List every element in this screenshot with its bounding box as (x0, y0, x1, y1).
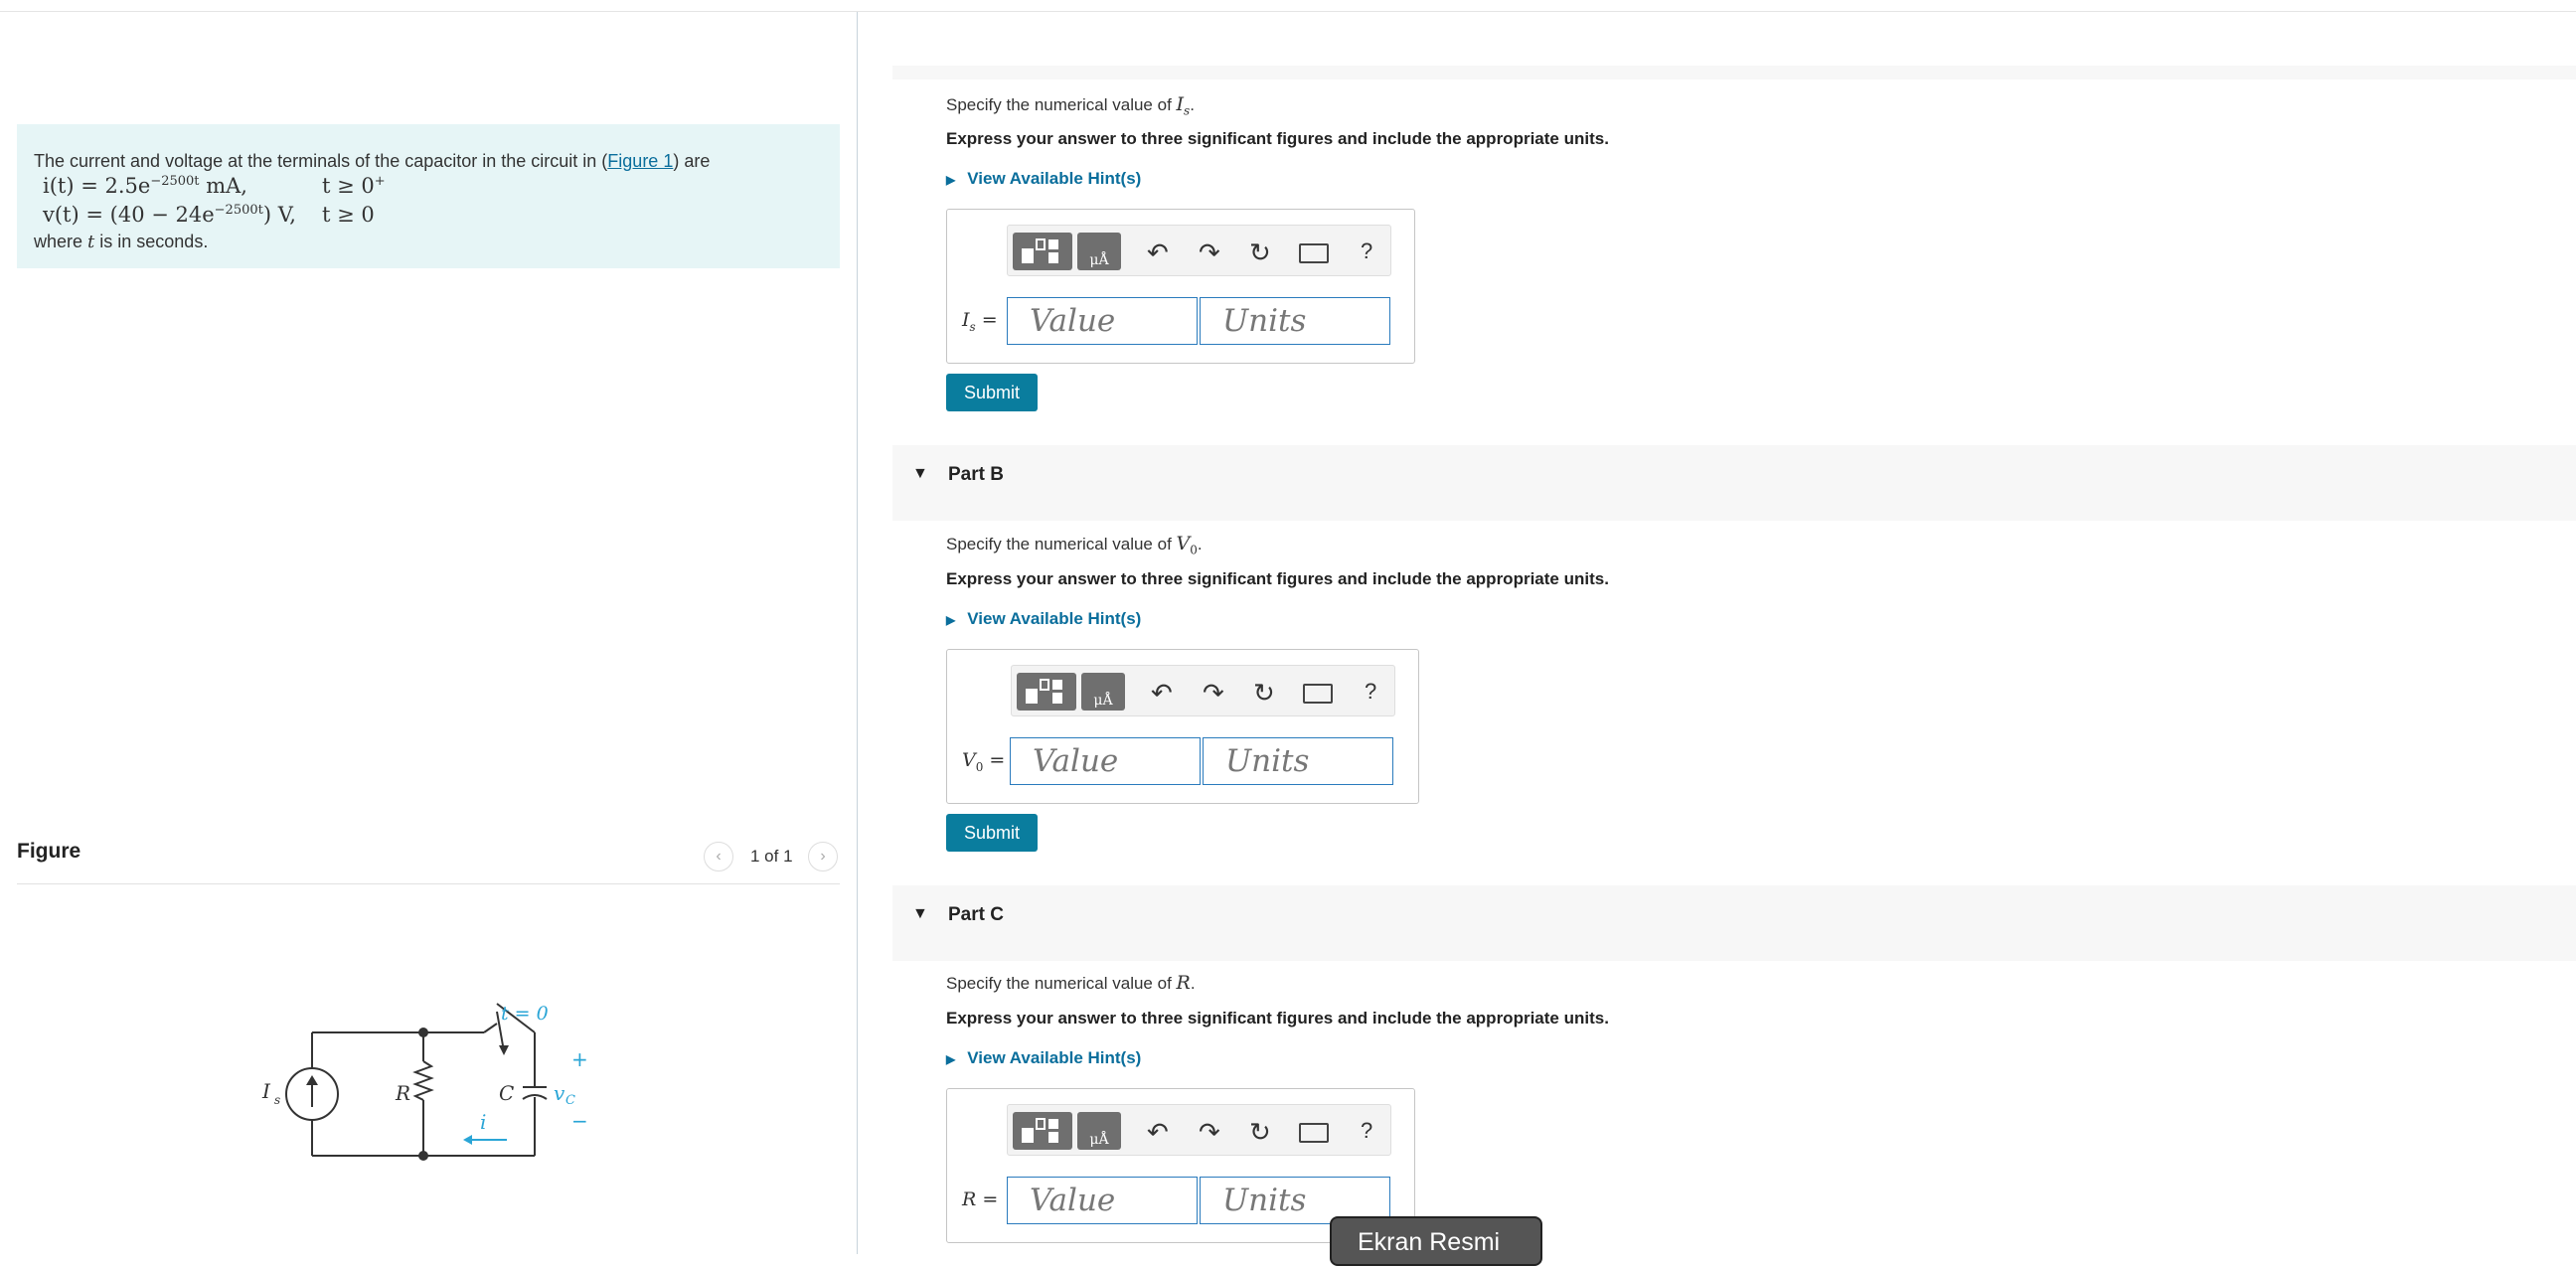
undo-icon[interactable]: ↶ (1147, 1117, 1169, 1148)
part-b-title: Part B (948, 464, 1004, 485)
part-b-header[interactable] (892, 445, 2576, 521)
undo-icon[interactable]: ↶ (1147, 237, 1169, 268)
templates-button[interactable] (1013, 1112, 1072, 1150)
part-c-spec: Specify the numerical value of R. (946, 972, 1196, 994)
part-b-hint-toggle[interactable]: ▶ View Available Hint(s) (946, 609, 1141, 629)
part-a-express: Express your answer to three significant… (946, 129, 1609, 148)
part-a-hint-toggle[interactable]: ▶ View Available Hint(s) (946, 169, 1141, 189)
caret-down-icon[interactable]: ▼ (912, 905, 928, 923)
answer-label: Is = (962, 309, 998, 334)
templates-button[interactable] (1017, 673, 1076, 711)
part-c-header[interactable] (892, 885, 2576, 961)
reset-icon[interactable]: ↻ (1253, 678, 1275, 709)
label-is: I (261, 1079, 271, 1103)
keyboard-icon[interactable] (1303, 684, 1333, 704)
templates-icon (1022, 1118, 1058, 1143)
figure-link[interactable]: Figure 1 (607, 151, 673, 171)
undo-icon[interactable]: ↶ (1151, 678, 1173, 709)
part-b-answer-box: μÅ ↶ ↷ ↻ ? V0 = Value Units (946, 649, 1419, 804)
label-plus: + (571, 1047, 588, 1071)
top-bar (0, 0, 2576, 12)
part-a-answer-box: μÅ ↶ ↷ ↻ ? Is = Value Units (946, 209, 1415, 364)
math-toolbar: μÅ ↶ ↷ ↻ ? (1011, 665, 1395, 716)
figure-title: Figure (17, 840, 81, 863)
figure-next-button[interactable]: › (808, 842, 838, 871)
redo-icon[interactable]: ↷ (1203, 678, 1224, 709)
svg-text:C: C (565, 1093, 575, 1108)
current-equation: i(t) = 2.5e−2500t mA, (43, 174, 247, 198)
math-toolbar: μÅ ↶ ↷ ↻ ? (1007, 1104, 1391, 1156)
math-toolbar: μÅ ↶ ↷ ↻ ? (1007, 225, 1391, 276)
part-a-header-strip (892, 66, 2576, 79)
redo-icon[interactable]: ↷ (1199, 237, 1220, 268)
problem-where: where t is in seconds. (34, 232, 209, 252)
help-icon[interactable]: ? (1361, 1118, 1372, 1144)
chevron-left-icon: ‹ (716, 848, 722, 865)
circuit-diagram: I s R C t = 0 i v C + − (261, 1003, 588, 1161)
templates-button[interactable] (1013, 233, 1072, 270)
templates-icon (1022, 238, 1058, 263)
caret-down-icon[interactable]: ▼ (912, 465, 928, 483)
caret-right-icon: ▶ (946, 173, 956, 187)
part-b-express: Express your answer to three significant… (946, 569, 1609, 588)
voltage-equation: v(t) = (40 − 24e−2500t) V, (43, 203, 296, 227)
keyboard-icon[interactable] (1299, 243, 1329, 263)
problem-statement: The current and voltage at the terminals… (17, 124, 840, 268)
part-c-hint-toggle[interactable]: ▶ View Available Hint(s) (946, 1048, 1141, 1068)
figure-divider (17, 883, 840, 884)
part-a-submit-button[interactable]: Submit (946, 374, 1038, 411)
problem-intro: The current and voltage at the terminals… (34, 151, 711, 171)
answer-label: V0 = (962, 749, 1006, 774)
reset-icon[interactable]: ↻ (1249, 237, 1271, 268)
help-icon[interactable]: ? (1361, 238, 1372, 264)
node-top (418, 1028, 428, 1037)
voltage-condition: t ≥ 0 (322, 203, 375, 227)
screenshot-tooltip: Ekran Resmi (1330, 1216, 1542, 1266)
node-bottom (418, 1151, 428, 1161)
reset-icon[interactable]: ↻ (1249, 1117, 1271, 1148)
value-input[interactable]: Value (1010, 737, 1201, 785)
part-c-express: Express your answer to three significant… (946, 1009, 1609, 1028)
label-c: C (499, 1081, 514, 1105)
part-b-submit-button[interactable]: Submit (946, 814, 1038, 852)
templates-icon (1026, 679, 1062, 704)
units-button[interactable]: μÅ (1077, 233, 1121, 270)
caret-right-icon: ▶ (946, 613, 956, 627)
part-b-spec: Specify the numerical value of V0. (946, 533, 1203, 557)
svg-text:s: s (274, 1093, 280, 1107)
value-input[interactable]: Value (1007, 297, 1198, 345)
current-condition: t ≥ 0+ (322, 174, 386, 198)
units-button[interactable]: μÅ (1077, 1112, 1121, 1150)
label-i: i (480, 1110, 486, 1134)
part-c-title: Part C (948, 904, 1004, 925)
units-input[interactable]: Units (1203, 737, 1393, 785)
units-input[interactable]: Units (1200, 297, 1390, 345)
label-r: R (395, 1081, 410, 1105)
keyboard-icon[interactable] (1299, 1123, 1329, 1143)
label-minus: − (571, 1109, 588, 1133)
units-button[interactable]: μÅ (1081, 673, 1125, 711)
label-switch: t = 0 (501, 1003, 549, 1025)
figure-counter: 1 of 1 (750, 847, 793, 866)
part-a-spec: Specify the numerical value of Is. (946, 93, 1195, 118)
figure-prev-button[interactable]: ‹ (704, 842, 733, 871)
answer-label: R = (962, 1188, 999, 1210)
caret-right-icon: ▶ (946, 1052, 956, 1066)
help-icon[interactable]: ? (1365, 679, 1376, 705)
chevron-right-icon: › (820, 848, 826, 865)
value-input[interactable]: Value (1007, 1177, 1198, 1224)
label-vc: v (554, 1081, 565, 1105)
redo-icon[interactable]: ↷ (1199, 1117, 1220, 1148)
